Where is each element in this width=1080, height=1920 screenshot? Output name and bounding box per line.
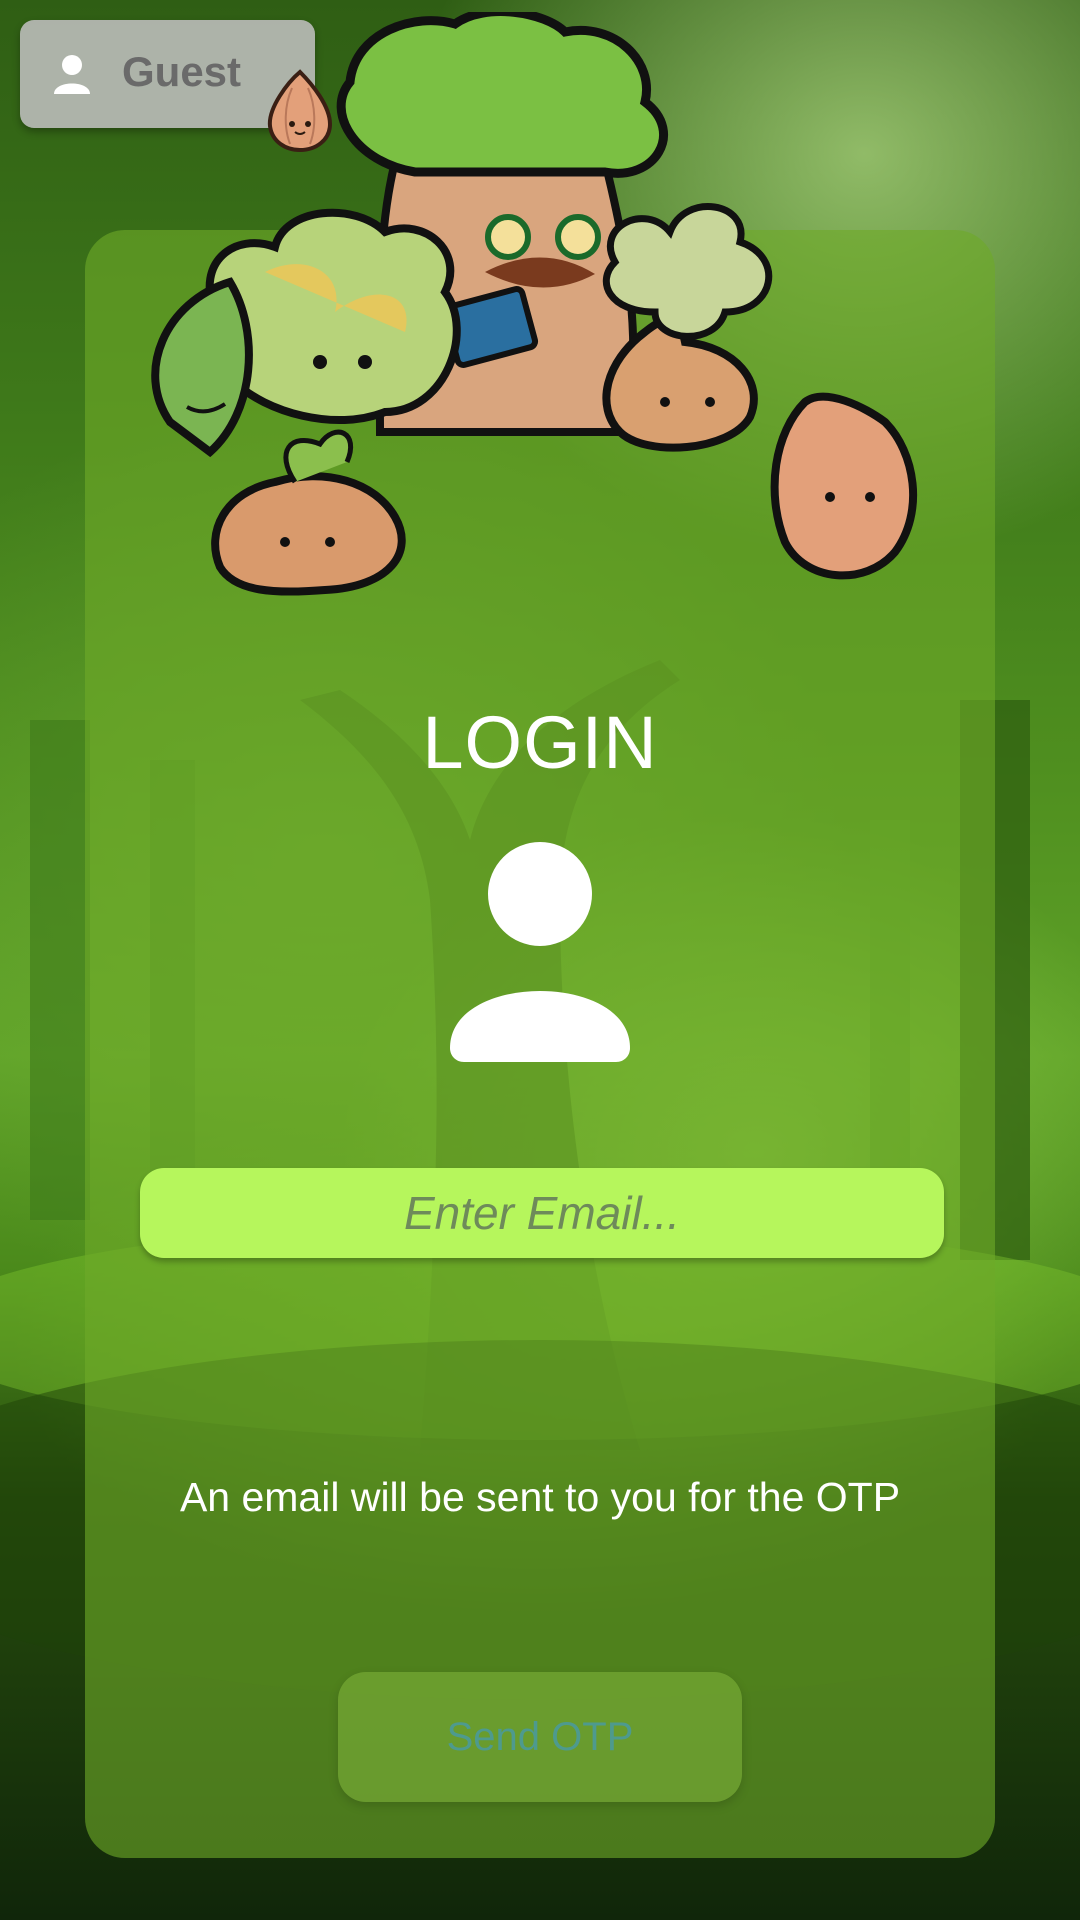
email-input[interactable] bbox=[140, 1168, 944, 1258]
leaf-mascot bbox=[151, 277, 253, 458]
otp-info-text: An email will be sent to you for the OTP bbox=[179, 1474, 901, 1520]
onion-mascot bbox=[211, 429, 406, 596]
send-otp-button[interactable]: Send OTP bbox=[338, 1672, 742, 1802]
seed-mascot bbox=[770, 392, 918, 580]
profile-icon bbox=[450, 842, 630, 1062]
login-title: LOGIN bbox=[422, 701, 658, 784]
user-icon bbox=[54, 55, 90, 94]
forest-mascots bbox=[151, 12, 918, 596]
